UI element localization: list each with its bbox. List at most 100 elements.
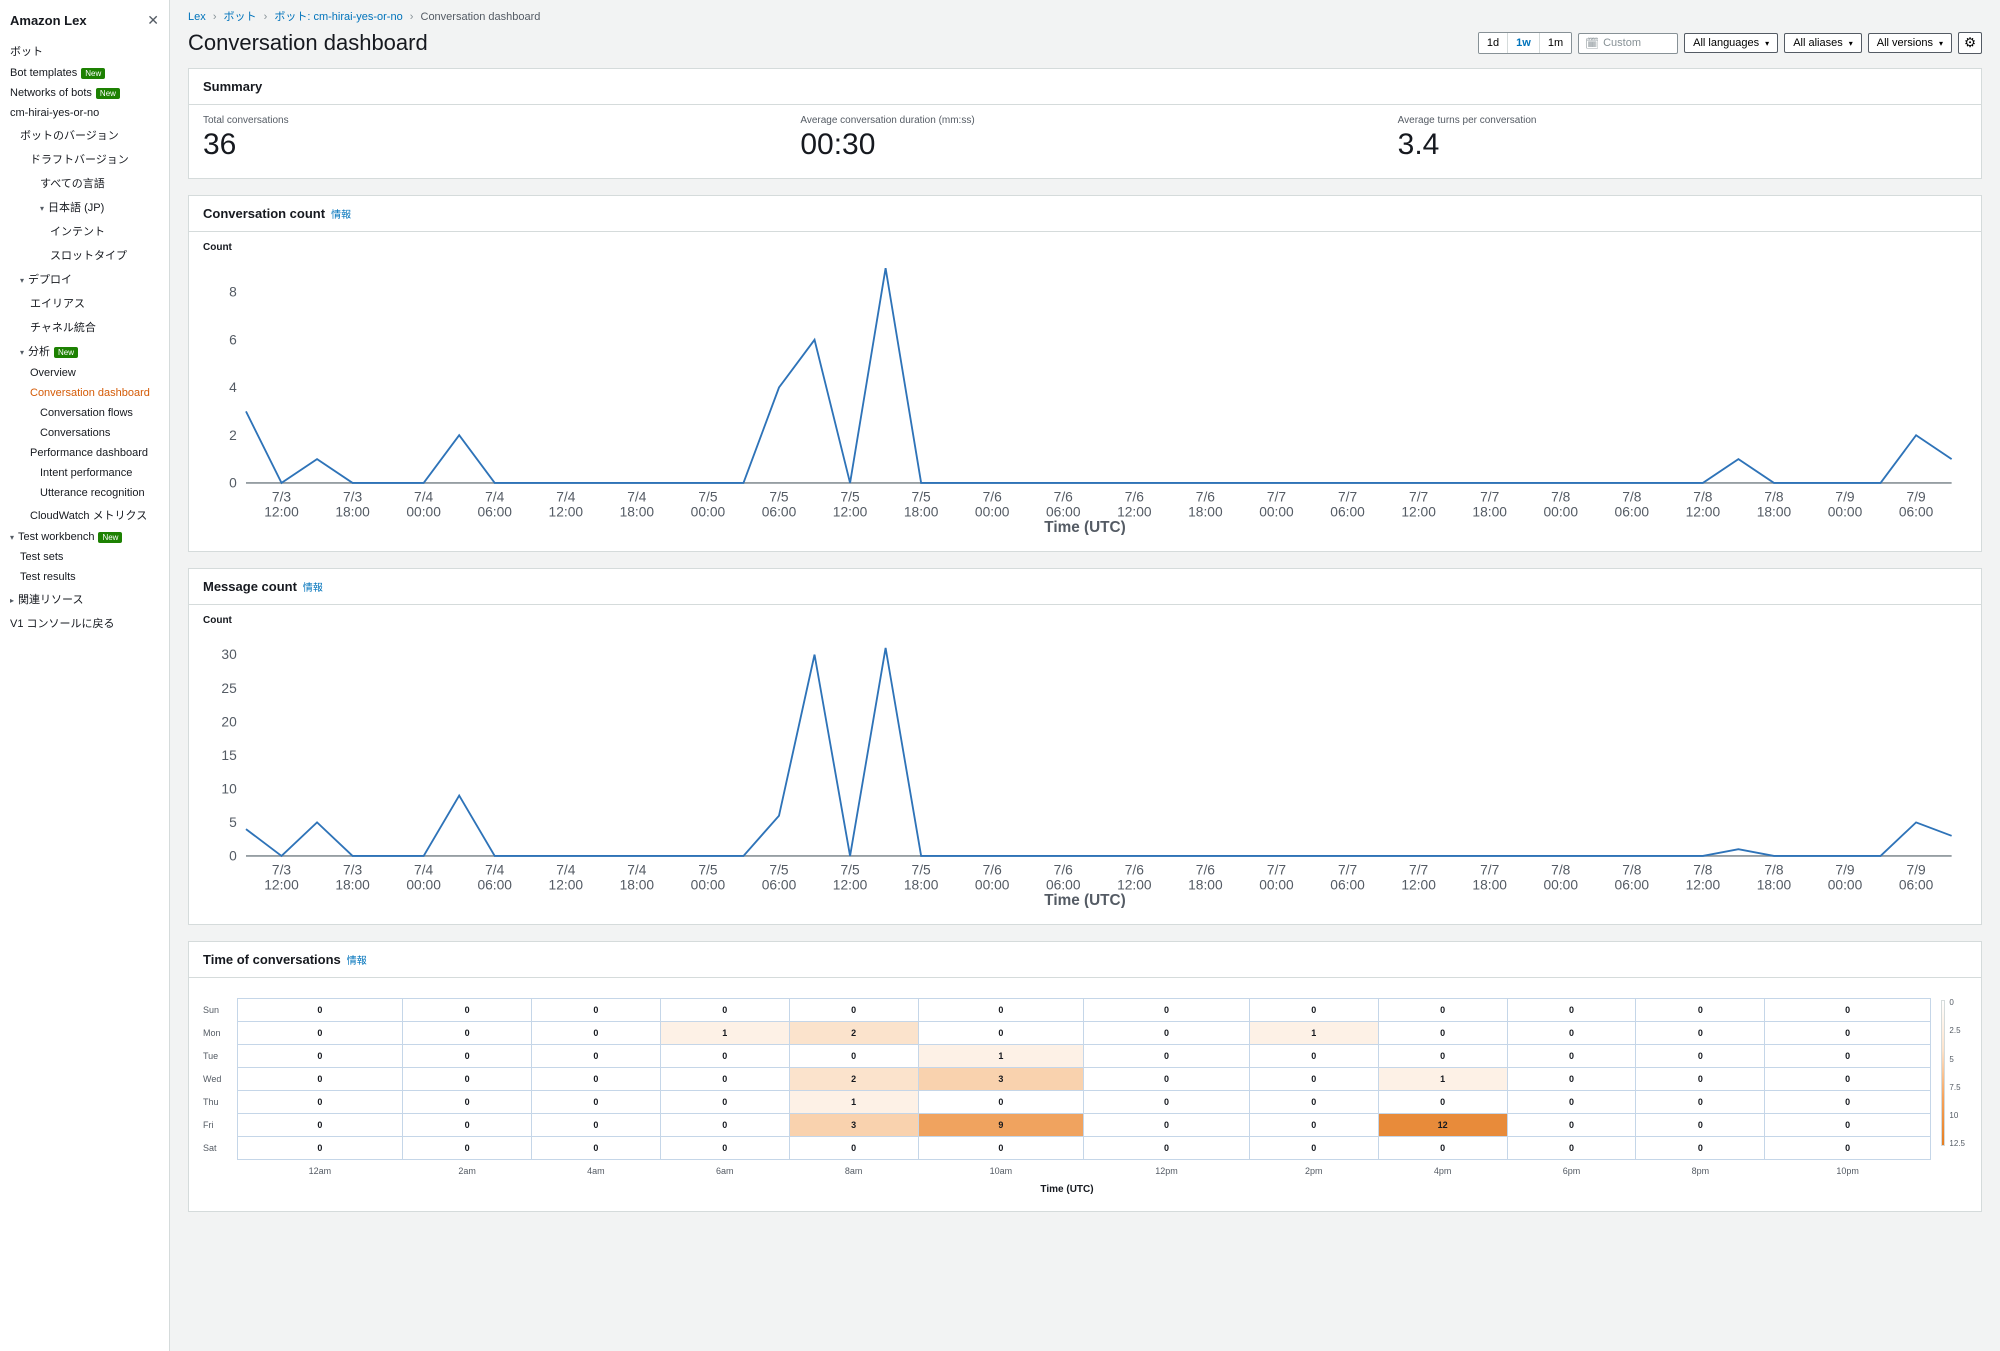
versions-dropdown[interactable]: All versions bbox=[1868, 33, 1952, 53]
heatmap-cell: 0 bbox=[237, 1091, 403, 1114]
chevron-icon: › bbox=[213, 11, 217, 23]
heatmap-cell: 0 bbox=[660, 1137, 789, 1160]
settings-button[interactable]: ⚙ bbox=[1958, 32, 1982, 54]
breadcrumb-link[interactable]: ボット: cm-hirai-yes-or-no bbox=[274, 11, 402, 23]
svg-text:7/7: 7/7 bbox=[1409, 862, 1428, 877]
page-title: Conversation dashboard bbox=[188, 30, 428, 56]
heatmap-cell: 0 bbox=[1249, 1091, 1378, 1114]
svg-text:7/5: 7/5 bbox=[769, 489, 789, 504]
sidebar-item[interactable]: すべての言語 bbox=[0, 171, 169, 195]
svg-text:7/6: 7/6 bbox=[1054, 489, 1074, 504]
info-link[interactable]: 情報 bbox=[347, 956, 367, 967]
info-link[interactable]: 情報 bbox=[303, 583, 323, 594]
svg-text:7/3: 7/3 bbox=[343, 489, 363, 504]
range-1w-button[interactable]: 1w bbox=[1508, 33, 1540, 53]
sidebar-item-label: Conversation dashboard bbox=[30, 387, 150, 399]
svg-text:12:00: 12:00 bbox=[1401, 505, 1436, 520]
svg-text:06:00: 06:00 bbox=[1330, 878, 1365, 893]
breadcrumb-current: Conversation dashboard bbox=[421, 11, 541, 23]
heatmap-col-label: 2pm bbox=[1249, 1160, 1378, 1183]
svg-text:7/7: 7/7 bbox=[1338, 862, 1357, 877]
summary-item: Average conversation duration (mm:ss)00:… bbox=[786, 105, 1383, 178]
sidebar-item[interactable]: Conversation flows bbox=[0, 403, 169, 423]
heatmap-cell: 0 bbox=[660, 1114, 789, 1137]
conversation-count-panel: Conversation count情報 Count 024687/312:00… bbox=[188, 195, 1982, 552]
sidebar-item[interactable]: 分析New bbox=[0, 339, 169, 363]
range-1d-button[interactable]: 1d bbox=[1479, 33, 1508, 53]
sidebar-item[interactable]: Bot templates New bbox=[0, 63, 169, 83]
info-link[interactable]: 情報 bbox=[331, 210, 351, 221]
sidebar-item[interactable]: Intent performance bbox=[0, 463, 169, 483]
sidebar-item[interactable]: Test sets bbox=[0, 547, 169, 567]
sidebar-item-label: cm-hirai-yes-or-no bbox=[10, 107, 99, 119]
range-1m-button[interactable]: 1m bbox=[1540, 33, 1571, 53]
sidebar-item[interactable]: チャネル統合 bbox=[0, 315, 169, 339]
svg-text:7/5: 7/5 bbox=[698, 489, 718, 504]
heatmap-cell: 0 bbox=[1507, 1068, 1636, 1091]
sidebar-item[interactable]: スロットタイプ bbox=[0, 243, 169, 267]
heatmap-cell: 0 bbox=[1249, 1068, 1378, 1091]
legend-tick: 10 bbox=[1949, 1111, 1965, 1120]
heatmap-cell: 3 bbox=[789, 1114, 918, 1137]
heatmap-row-label: Sun bbox=[203, 999, 237, 1022]
sidebar-item[interactable]: Overview bbox=[0, 363, 169, 383]
heatmap-cell: 0 bbox=[1084, 1045, 1250, 1068]
sidebar-item-label: CloudWatch メトリクス bbox=[30, 510, 147, 522]
new-badge: New bbox=[81, 68, 105, 79]
breadcrumb-link[interactable]: ボット bbox=[224, 11, 257, 23]
sidebar-item[interactable]: Conversation dashboard bbox=[0, 383, 169, 403]
svg-text:7/7: 7/7 bbox=[1267, 862, 1286, 877]
sidebar-item[interactable]: エイリアス bbox=[0, 291, 169, 315]
sidebar-item[interactable]: インテント bbox=[0, 219, 169, 243]
sidebar-item[interactable]: CloudWatch メトリクス bbox=[0, 503, 169, 527]
heatmap-cell: 0 bbox=[1636, 1091, 1765, 1114]
sidebar-item[interactable]: ドラフトバージョン bbox=[0, 147, 169, 171]
sidebar-item[interactable]: Test results bbox=[0, 567, 169, 587]
sidebar-item[interactable]: デプロイ bbox=[0, 267, 169, 291]
sidebar-item[interactable]: Utterance recognition bbox=[0, 483, 169, 503]
toolbar: 1d 1w 1m 🗓 Custom All languages All alia… bbox=[1478, 32, 1982, 54]
svg-text:0: 0 bbox=[229, 849, 237, 864]
summary-item: Total conversations36 bbox=[189, 105, 786, 178]
heatmap-cell: 0 bbox=[237, 1137, 403, 1160]
message-count-panel: Message count情報 Count 0510152025307/312:… bbox=[188, 568, 1982, 925]
svg-text:7/3: 7/3 bbox=[272, 489, 292, 504]
heatmap-cell: 0 bbox=[1636, 1068, 1765, 1091]
svg-text:18:00: 18:00 bbox=[1757, 878, 1792, 893]
sidebar-item[interactable]: ボットのバージョン bbox=[0, 123, 169, 147]
heatmap-cell: 0 bbox=[532, 1137, 661, 1160]
custom-date-input[interactable]: 🗓 Custom bbox=[1578, 33, 1678, 54]
sidebar-item[interactable]: ボット bbox=[0, 39, 169, 63]
svg-text:7/3: 7/3 bbox=[343, 862, 363, 877]
time-of-conversations-panel: Time of conversations情報 Sun000000000000M… bbox=[188, 941, 1982, 1212]
sidebar-item[interactable]: Networks of botsNew bbox=[0, 83, 169, 103]
sidebar-item-label: Bot templates bbox=[10, 67, 77, 79]
sidebar-item[interactable]: Performance dashboard bbox=[0, 443, 169, 463]
svg-text:7/9: 7/9 bbox=[1906, 862, 1926, 877]
heatmap-cell: 0 bbox=[237, 1068, 403, 1091]
heatmap-legend: 02.557.51012.5 bbox=[1939, 998, 1967, 1195]
languages-dropdown[interactable]: All languages bbox=[1684, 33, 1778, 53]
sidebar-item[interactable]: V1 コンソールに戻る bbox=[0, 611, 169, 635]
summary-panel: Summary Total conversations36Average con… bbox=[188, 68, 1982, 179]
sidebar-close-icon[interactable]: ✕ bbox=[147, 12, 159, 29]
heatmap-cell: 0 bbox=[1765, 1137, 1931, 1160]
svg-text:7/5: 7/5 bbox=[912, 489, 932, 504]
svg-text:00:00: 00:00 bbox=[975, 505, 1010, 520]
svg-text:18:00: 18:00 bbox=[335, 878, 370, 893]
heatmap-cell: 0 bbox=[1378, 999, 1507, 1022]
legend-tick: 0 bbox=[1949, 998, 1965, 1007]
sidebar-item[interactable]: 日本語 (JP) bbox=[0, 195, 169, 219]
heatmap-col-label: 8am bbox=[789, 1160, 918, 1183]
svg-text:7/5: 7/5 bbox=[769, 862, 789, 877]
heatmap-cell: 0 bbox=[532, 1068, 661, 1091]
svg-text:7/7: 7/7 bbox=[1480, 862, 1499, 877]
svg-text:8: 8 bbox=[229, 285, 237, 300]
breadcrumb-link[interactable]: Lex bbox=[188, 11, 206, 23]
sidebar-item[interactable]: 関連リソース bbox=[0, 587, 169, 611]
sidebar-item[interactable]: Conversations bbox=[0, 423, 169, 443]
sidebar-item[interactable]: cm-hirai-yes-or-no bbox=[0, 103, 169, 123]
svg-text:7/4: 7/4 bbox=[485, 489, 505, 504]
sidebar-item[interactable]: Test workbenchNew bbox=[0, 527, 169, 547]
aliases-dropdown[interactable]: All aliases bbox=[1784, 33, 1862, 53]
